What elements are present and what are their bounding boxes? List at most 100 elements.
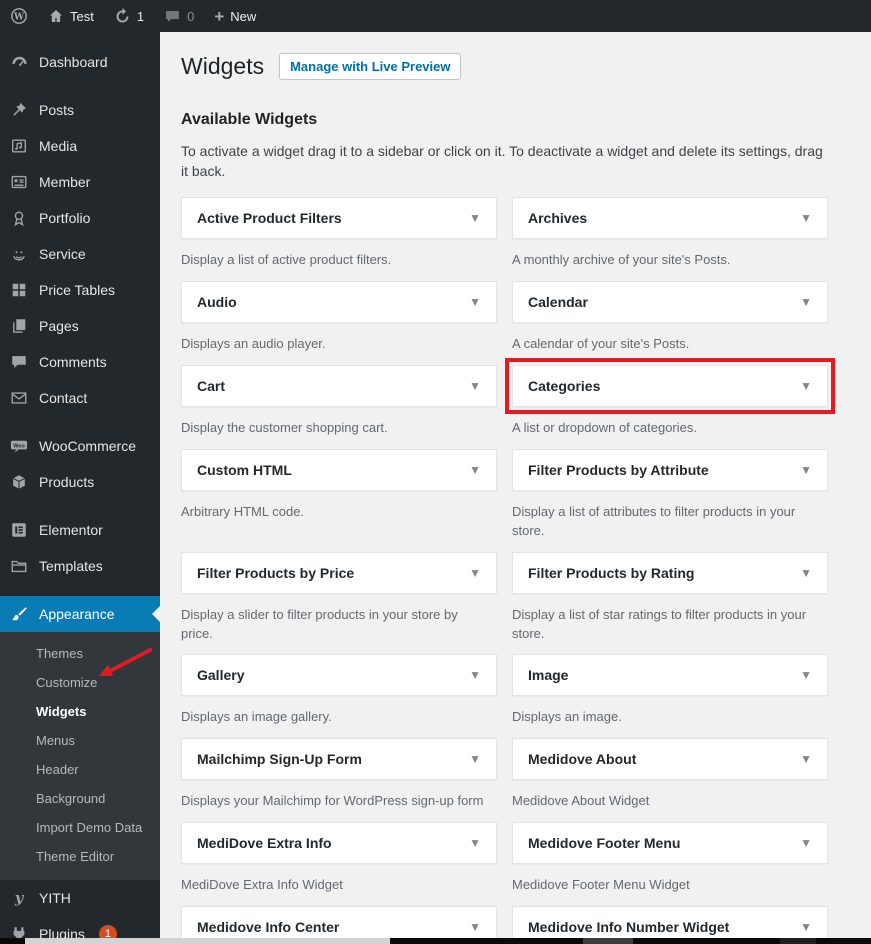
- wordpress-logo-menu[interactable]: W: [0, 0, 38, 32]
- sidebar-item-products[interactable]: Products: [0, 464, 160, 500]
- chevron-down-icon[interactable]: ▼: [469, 752, 481, 766]
- sidebar-item-label: YITH: [39, 890, 71, 906]
- submenu-item-customize[interactable]: Customize: [0, 668, 160, 697]
- available-widgets-description: To activate a widget drag it to a sideba…: [181, 142, 823, 180]
- site-menu[interactable]: Test: [38, 0, 104, 32]
- widget-description: Arbitrary HTML code.: [181, 504, 305, 520]
- sidebar-separator: [0, 80, 160, 92]
- yith-icon: y: [9, 888, 29, 908]
- submenu-item-background[interactable]: Background: [0, 784, 160, 813]
- widget-box-medidove-footer-menu[interactable]: Medidove Footer Menu ▼: [512, 822, 828, 865]
- widget-box-cart[interactable]: Cart ▼: [181, 365, 497, 408]
- submenu-item-widgets[interactable]: Widgets: [0, 697, 160, 726]
- sidebar-item-service[interactable]: Service: [0, 236, 160, 272]
- chevron-down-icon[interactable]: ▼: [469, 295, 481, 309]
- sidebar-item-member[interactable]: Member: [0, 164, 160, 200]
- sidebar-item-portfolio[interactable]: Portfolio: [0, 200, 160, 236]
- manage-live-preview-button[interactable]: Manage with Live Preview: [279, 53, 462, 81]
- widget-cell-medidove-about: Medidove About ▼ Medidove About Widget: [512, 738, 828, 811]
- submenu-item-menus[interactable]: Menus: [0, 726, 160, 755]
- widget-box-calendar[interactable]: Calendar ▼: [512, 281, 828, 324]
- sidebar-item-posts[interactable]: Posts: [0, 92, 160, 128]
- submenu-item-theme-editor[interactable]: Theme Editor: [0, 842, 160, 871]
- chevron-down-icon[interactable]: ▼: [800, 295, 812, 309]
- submenu-item-themes[interactable]: Themes: [0, 639, 160, 668]
- chevron-down-icon[interactable]: ▼: [800, 566, 812, 580]
- sidebar-item-elementor[interactable]: Elementor: [0, 512, 160, 548]
- widget-description: Displays an image gallery.: [181, 709, 332, 725]
- available-widgets-grid: Active Product Filters ▼ Display a list of…: [181, 197, 835, 944]
- sidebar-item-yith[interactable]: y YITH: [0, 880, 160, 916]
- grid-icon: [9, 280, 29, 300]
- comments-menu[interactable]: 0: [154, 0, 204, 32]
- sidebar-item-templates[interactable]: Templates: [0, 548, 160, 584]
- widget-box-filter-products-by-rating[interactable]: Filter Products by Rating ▼: [512, 551, 828, 594]
- widget-title: Custom HTML: [197, 462, 292, 479]
- appearance-submenu: Themes Customize Widgets Menus Header Backgro…: [0, 632, 160, 880]
- widget-title: Filter Products by Rating: [528, 564, 695, 581]
- widget-box-medidove-extra-info[interactable]: MediDove Extra Info ▼: [181, 822, 497, 865]
- widget-box-categories[interactable]: Categories ▼: [505, 358, 835, 415]
- widget-cell-filter-products-by-price: Filter Products by Price ▼ Display a slide…: [181, 551, 497, 644]
- sidebar-item-label: Templates: [39, 558, 103, 574]
- widget-cell-filter-products-by-rating: Filter Products by Rating ▼ Display a list…: [512, 551, 828, 644]
- chevron-down-icon[interactable]: ▼: [469, 668, 481, 682]
- new-content-menu[interactable]: + New: [204, 0, 266, 32]
- widget-box-medidove-about[interactable]: Medidove About ▼: [512, 738, 828, 781]
- sidebar-item-media[interactable]: Media: [0, 128, 160, 164]
- sidebar-item-appearance[interactable]: Appearance: [0, 596, 160, 632]
- widget-cell-image: Image ▼ Displays an image.: [512, 654, 828, 727]
- sidebar-item-dashboard[interactable]: Dashboard: [0, 44, 160, 80]
- chevron-down-icon[interactable]: ▼: [469, 379, 481, 393]
- widget-box-archives[interactable]: Archives ▼: [512, 197, 828, 240]
- widget-box-active-product-filters[interactable]: Active Product Filters ▼: [181, 197, 497, 240]
- sidebar-item-label: Member: [39, 174, 91, 190]
- chevron-down-icon[interactable]: ▼: [800, 668, 812, 682]
- chevron-down-icon[interactable]: ▼: [800, 463, 812, 477]
- chevron-down-icon[interactable]: ▼: [800, 379, 812, 393]
- chevron-down-icon[interactable]: ▼: [800, 920, 812, 934]
- sidebar-item-comments[interactable]: Comments: [0, 344, 160, 380]
- paintbrush-icon: [9, 604, 29, 624]
- submenu-item-import-demo-data[interactable]: Import Demo Data: [0, 813, 160, 842]
- widget-title: Medidove Info Number Widget: [528, 918, 730, 935]
- sidebar-item-price-tables[interactable]: Price Tables: [0, 272, 160, 308]
- widget-box-image[interactable]: Image ▼: [512, 654, 828, 697]
- sidebar-item-label: Pages: [39, 318, 79, 334]
- submenu-item-header[interactable]: Header: [0, 755, 160, 784]
- chevron-down-icon[interactable]: ▼: [469, 836, 481, 850]
- admin-sidebar: Dashboard Posts Media Member Portfolio Servic…: [0, 32, 160, 943]
- chevron-down-icon[interactable]: ▼: [469, 920, 481, 934]
- folder-icon: [9, 556, 29, 576]
- sidebar-separator: [0, 584, 160, 596]
- widget-box-mailchimp-sign-up-form[interactable]: Mailchimp Sign-Up Form ▼: [181, 738, 497, 781]
- plus-icon: +: [214, 6, 225, 26]
- widget-box-custom-html[interactable]: Custom HTML ▼: [181, 449, 497, 492]
- chevron-down-icon[interactable]: ▼: [469, 463, 481, 477]
- sidebar-item-woocommerce[interactable]: Woo WooCommerce: [0, 428, 160, 464]
- chevron-down-icon[interactable]: ▼: [469, 211, 481, 225]
- widget-title: Filter Products by Price: [197, 564, 355, 581]
- widget-cell-calendar: Calendar ▼ A calendar of your site's Posts…: [512, 281, 828, 354]
- sidebar-item-label: WooCommerce: [39, 438, 136, 454]
- widget-box-audio[interactable]: Audio ▼: [181, 281, 497, 324]
- chevron-down-icon[interactable]: ▼: [800, 836, 812, 850]
- smiley-icon: [9, 244, 29, 264]
- widget-box-gallery[interactable]: Gallery ▼: [181, 654, 497, 697]
- sidebar-item-pages[interactable]: Pages: [0, 308, 160, 344]
- widget-box-filter-products-by-price[interactable]: Filter Products by Price ▼: [181, 551, 497, 594]
- sidebar-item-label: Media: [39, 138, 78, 154]
- chevron-down-icon[interactable]: ▼: [800, 211, 812, 225]
- main-content: Widgets Manage with Live Preview Availab…: [160, 32, 871, 944]
- updates-menu[interactable]: 1: [104, 0, 154, 32]
- widget-cell-custom-html: Custom HTML ▼ Arbitrary HTML code.: [181, 449, 497, 541]
- widget-cell-medidove-footer-menu: Medidove Footer Menu ▼ Medidove Footer Men…: [512, 822, 828, 895]
- sidebar-item-label: Elementor: [39, 522, 103, 538]
- widget-box-filter-products-by-attribute[interactable]: Filter Products by Attribute ▼: [512, 449, 828, 492]
- sidebar-item-contact[interactable]: Contact: [0, 380, 160, 416]
- chevron-down-icon[interactable]: ▼: [800, 752, 812, 766]
- chevron-down-icon[interactable]: ▼: [469, 566, 481, 580]
- id-card-icon: [9, 172, 29, 192]
- widget-title: Filter Products by Attribute: [528, 462, 709, 479]
- widget-description: A calendar of your site's Posts.: [512, 336, 690, 352]
